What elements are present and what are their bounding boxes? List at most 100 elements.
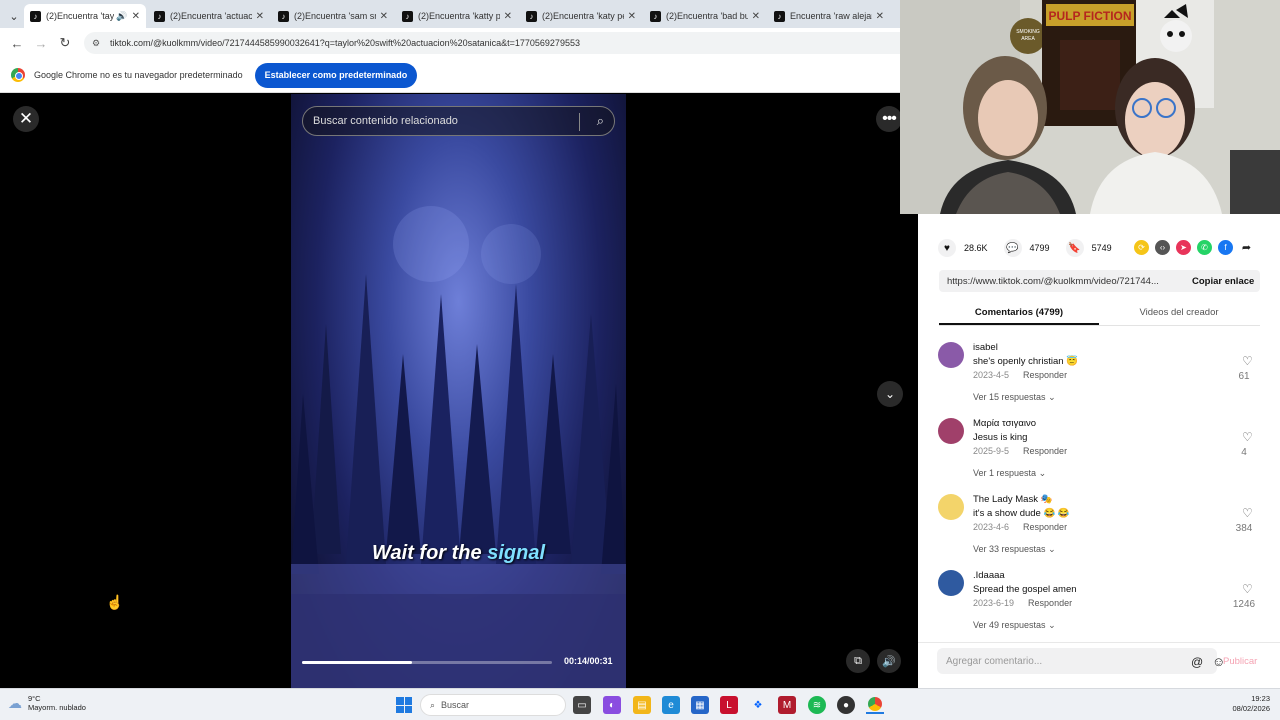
share-icon[interactable]: ➦	[1239, 240, 1254, 255]
weather-temp: 9°C	[28, 694, 41, 703]
more-options-icon[interactable]: •••	[876, 106, 902, 132]
spotify-icon[interactable]: ≋	[808, 696, 826, 714]
avatar[interactable]	[938, 418, 964, 444]
chevron-down-icon: ⌄	[1048, 392, 1056, 402]
mention-icon[interactable]: @	[1191, 655, 1203, 669]
view-replies-button[interactable]: Ver 33 respuestas ⌄	[973, 544, 1056, 555]
speaker-icon[interactable]: 🔊	[116, 11, 127, 22]
view-replies-button[interactable]: Ver 1 respuesta ⌄	[973, 468, 1046, 479]
close-icon[interactable]: ✕	[132, 11, 140, 22]
site-info-icon[interactable]: ⚙	[92, 37, 104, 49]
search-icon[interactable]: ⌕	[597, 113, 604, 129]
obs-icon[interactable]: ●	[837, 696, 855, 714]
reload-icon[interactable]: ↻	[54, 32, 76, 54]
tab-4[interactable]: ♪ (2)Encuentra 'katy pe ✕	[520, 4, 642, 28]
cloud-icon: ☁	[8, 694, 22, 711]
close-icon[interactable]: ✕	[628, 11, 636, 22]
view-replies-button[interactable]: Ver 15 respuestas ⌄	[973, 392, 1056, 403]
send-icon[interactable]: ➤	[1176, 240, 1191, 255]
tab-0[interactable]: ♪ (2)Encuentra 'tayl 🔊 ✕	[24, 4, 146, 28]
progress-bar[interactable]	[302, 661, 552, 664]
mcafee-icon[interactable]: M	[778, 696, 796, 714]
chevron-down-icon[interactable]: ⌄	[877, 381, 903, 407]
copilot-icon[interactable]: ◐	[603, 696, 621, 714]
video-link[interactable]: https://www.tiktok.com/@kuolkmm/video/72…	[947, 276, 1182, 287]
reply-button[interactable]: Responder	[1023, 446, 1067, 456]
divider	[579, 113, 580, 131]
publish-button[interactable]: Publicar	[1223, 656, 1257, 667]
tab-search-icon[interactable]: ⌄	[4, 4, 24, 28]
avatar[interactable]	[938, 342, 964, 368]
heart-outline-icon[interactable]: ♡	[1242, 582, 1253, 596]
taskbar-search-label: Buscar	[441, 700, 470, 710]
caption-highlight: signal	[487, 542, 545, 564]
edge-icon[interactable]: e	[662, 696, 680, 714]
tab-2[interactable]: ♪ (2)Encuentra 'sam sm ✕	[272, 4, 394, 28]
tab-1[interactable]: ♪ (2)Encuentra 'actuaci ✕	[148, 4, 270, 28]
heart-icon[interactable]: ♥	[938, 239, 956, 257]
video-frame[interactable]: Buscar contenido relacionado ⌕ Wait for …	[291, 94, 626, 688]
system-clock[interactable]: 19:23 08/02/2026	[1224, 694, 1270, 714]
task-view-icon[interactable]: ▭	[573, 696, 591, 714]
comment-text: she's openly christian 😇	[973, 356, 1078, 367]
set-default-button[interactable]: Establecer como predeterminado	[254, 62, 418, 88]
close-icon[interactable]: ✕	[256, 11, 264, 22]
close-icon[interactable]: ✕	[876, 11, 884, 22]
back-icon[interactable]: ←	[6, 32, 28, 54]
comment-date: 2023-4-5	[973, 370, 1010, 380]
tab-title: (2)Encuentra 'tayl	[46, 11, 115, 21]
close-icon[interactable]: ✕	[13, 106, 39, 132]
app-l-icon[interactable]: L	[720, 696, 738, 714]
view-replies-button[interactable]: Ver 49 respuestas ⌄	[973, 620, 1056, 631]
comment-username[interactable]: The Lady Mask 🎭	[973, 494, 1052, 505]
screen: ⌄ ♪ (2)Encuentra 'tayl 🔊 ✕ ♪ (2)Encuentr…	[0, 0, 1280, 720]
tab-3[interactable]: ♪ (2)Encuentra 'katty p ✕	[396, 4, 518, 28]
heart-outline-icon[interactable]: ♡	[1242, 354, 1253, 368]
comment-username[interactable]: Μαρία τσιγαινο	[973, 418, 1036, 429]
related-search-input[interactable]: Buscar contenido relacionado ⌕	[302, 106, 615, 136]
poster-title: PULP FICTION	[1048, 9, 1131, 23]
repost-icon[interactable]: ⟳	[1134, 240, 1149, 255]
bookmark-icon[interactable]: 🔖	[1065, 239, 1084, 257]
like-count: 28.6K	[964, 243, 988, 253]
comment-composer: Agregar comentario... @ ☺ Publicar	[918, 642, 1280, 688]
tab-5[interactable]: ♪ (2)Encuentra 'bad bu ✕	[644, 4, 766, 28]
facebook-icon[interactable]: f	[1218, 240, 1233, 255]
tab-comments[interactable]: Comentarios (4799)	[939, 302, 1099, 325]
reply-button[interactable]: Responder	[1023, 522, 1067, 532]
avatar[interactable]	[938, 570, 964, 596]
comment-item: The Lady Mask 🎭 it's a show dude 😂 😂 202…	[938, 492, 1268, 568]
reply-button[interactable]: Responder	[1023, 370, 1067, 380]
close-icon[interactable]: ✕	[504, 11, 512, 22]
weather-widget[interactable]: ☁ 9°C Mayorm. nublado	[8, 694, 86, 712]
comment-count: 4799	[1029, 243, 1050, 253]
heart-outline-icon[interactable]: ♡	[1242, 506, 1253, 520]
video-link-box: https://www.tiktok.com/@kuolkmm/video/72…	[939, 270, 1260, 292]
comment-username[interactable]: isabel	[973, 342, 998, 353]
comment-username[interactable]: .Idaaaa	[973, 570, 1005, 581]
volume-icon[interactable]: 🔊	[877, 649, 901, 673]
reply-button[interactable]: Responder	[1028, 598, 1072, 608]
file-explorer-icon[interactable]: ▤	[633, 696, 651, 714]
copy-link-button[interactable]: Copiar enlace	[1192, 276, 1254, 287]
embed-icon[interactable]: ‹›	[1155, 240, 1170, 255]
comment-input[interactable]: Agregar comentario... @ ☺	[937, 648, 1225, 674]
comment-icon[interactable]: 💬	[1003, 239, 1022, 257]
windows-start-icon[interactable]	[396, 697, 412, 713]
taskbar-search[interactable]: ⌕ Buscar	[420, 694, 566, 716]
tab-title: (2)Encuentra 'actuaci	[170, 11, 252, 21]
dropbox-icon[interactable]: ❖	[749, 696, 767, 714]
pip-icon[interactable]: ⧉	[846, 649, 870, 673]
chrome-taskbar-icon[interactable]	[866, 696, 884, 714]
close-icon[interactable]: ✕	[752, 11, 760, 22]
store-icon[interactable]: ▦	[691, 696, 709, 714]
avatar[interactable]	[938, 494, 964, 520]
url-field[interactable]: ⚙ tiktok.com/@kuolkmm/video/721744458599…	[84, 32, 944, 54]
whatsapp-icon[interactable]: ✆	[1197, 240, 1212, 255]
tab-creator-videos[interactable]: Videos del creador	[1099, 302, 1259, 325]
tab-6[interactable]: ♪ Encuentra 'raw alejan ✕	[768, 4, 890, 28]
forward-icon[interactable]: →	[30, 32, 52, 54]
close-icon[interactable]: ✕	[380, 11, 388, 22]
comment-date: 2023-4-6	[973, 522, 1010, 532]
heart-outline-icon[interactable]: ♡	[1242, 430, 1253, 444]
